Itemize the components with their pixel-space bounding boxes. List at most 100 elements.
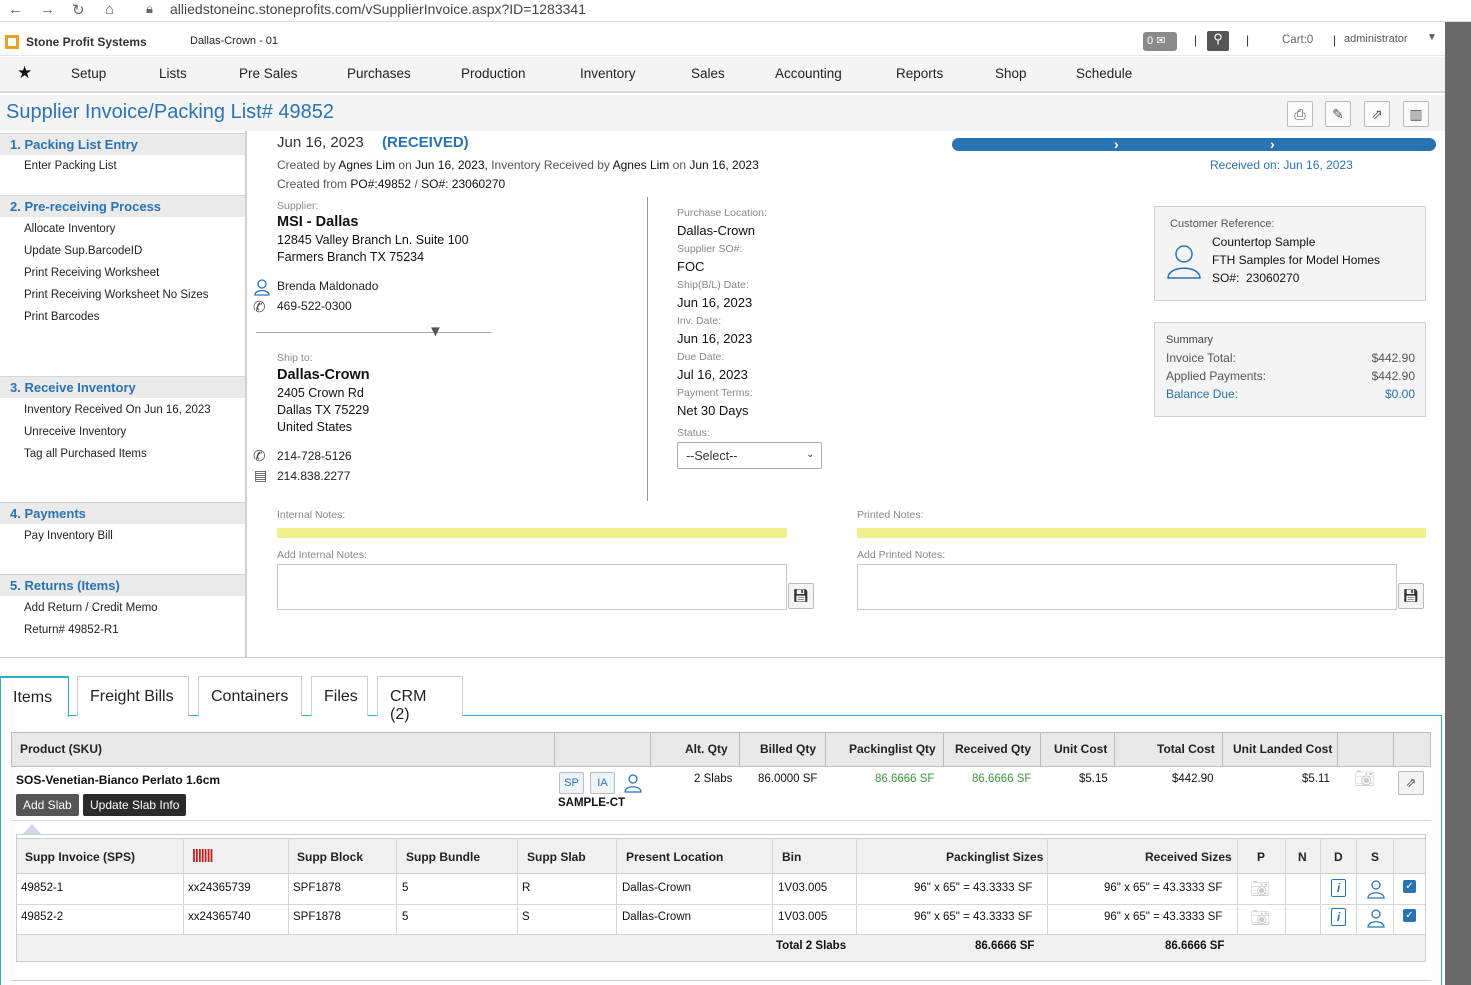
sidebar-item-print-worksheet[interactable]: Print Receiving Worksheet — [24, 267, 159, 279]
share-icon[interactable]: ⇗ — [1398, 771, 1424, 795]
add-slab-button[interactable]: Add Slab — [16, 794, 79, 816]
so-link[interactable]: SO#: 23060270 — [421, 177, 505, 191]
row-checkbox[interactable]: ✓ — [1403, 909, 1416, 922]
sidebar-item-add-return[interactable]: Add Return / Credit Memo — [24, 602, 158, 614]
edit-pencil-icon[interactable]: ✎ — [1325, 101, 1351, 127]
page-scrollbar[interactable] — [1445, 22, 1471, 985]
col-received-qty[interactable]: Received Qty — [955, 733, 1031, 766]
col-billed-qty[interactable]: Billed Qty — [760, 733, 816, 766]
sidebar-item-return-link[interactable]: Return# 49852-R1 — [24, 624, 119, 636]
sidebar-section-payments[interactable]: 4. Payments — [0, 502, 245, 524]
sidebar-item-inventory-received[interactable]: Inventory Received On Jun 16, 2023 — [24, 404, 211, 416]
customer-person-icon[interactable] — [1366, 908, 1386, 928]
arrow-down-icon[interactable]: ▼ — [428, 323, 443, 340]
col-d[interactable]: D — [1334, 840, 1343, 874]
save-printed-notes-icon[interactable]: 💾︎ — [1398, 583, 1424, 609]
col-alt-qty[interactable]: Alt. Qty — [685, 733, 728, 766]
row-checkbox[interactable]: ✓ — [1403, 880, 1416, 893]
col-received-sizes[interactable]: Received Sizes — [1145, 840, 1232, 874]
col-unit-cost[interactable]: Unit Cost — [1054, 733, 1107, 766]
location-label[interactable]: Dallas-Crown - 01 — [190, 35, 278, 47]
sp-button[interactable]: SP — [559, 772, 584, 794]
col-unit-landed-cost[interactable]: Unit Landed Cost — [1233, 733, 1332, 766]
printed-notes-input[interactable] — [857, 564, 1397, 610]
total-slabs-label: Total 2 Slabs — [776, 940, 847, 952]
search-icon[interactable]: ⚲ — [1207, 31, 1229, 51]
menu-purchases[interactable]: Purchases — [347, 66, 411, 81]
menu-shop[interactable]: Shop — [995, 66, 1027, 81]
customer-person-icon[interactable] — [623, 773, 643, 793]
col-n[interactable]: N — [1298, 840, 1307, 874]
menu-sales[interactable]: Sales — [691, 66, 725, 81]
sidebar-item-update-barcode[interactable]: Update Sup.BarcodeID — [24, 245, 142, 257]
tab-crm[interactable]: CRM (2) — [377, 676, 463, 723]
col-p[interactable]: P — [1257, 840, 1265, 874]
col-present-location[interactable]: Present Location — [626, 840, 723, 874]
col-packinglist-sizes[interactable]: Packinglist Sizes — [946, 840, 1043, 874]
sidebar-section-receive[interactable]: 3. Receive Inventory — [0, 376, 245, 398]
print-icon[interactable]: ⎙ — [1287, 101, 1313, 127]
col-supp-invoice[interactable]: Supp Invoice (SPS) — [25, 840, 135, 874]
menu-production[interactable]: Production — [461, 66, 526, 81]
update-slab-info-button[interactable]: Update Slab Info — [83, 794, 187, 816]
customer-ref-so[interactable]: 23060270 — [1246, 271, 1299, 285]
col-total-cost[interactable]: Total Cost — [1157, 733, 1215, 766]
notifications-button[interactable]: 0 ✉ — [1143, 32, 1177, 51]
tab-containers[interactable]: Containers — [198, 676, 302, 716]
favorites-star-icon[interactable]: ★ — [17, 63, 32, 83]
sidebar-section-prereceiving[interactable]: 2. Pre-receiving Process — [0, 195, 245, 217]
cart-link[interactable]: Cart:0 — [1282, 34, 1313, 46]
menu-pre-sales[interactable]: Pre Sales — [239, 66, 298, 81]
internal-notes-input[interactable] — [277, 564, 787, 610]
sidebar-item-unreceive[interactable]: Unreceive Inventory — [24, 426, 126, 438]
status-select[interactable]: --Select-- ⌄ — [677, 442, 822, 469]
menu-inventory[interactable]: Inventory — [580, 66, 636, 81]
col-packinglist-qty[interactable]: Packinglist Qty — [849, 733, 936, 766]
col-supp-block[interactable]: Supp Block — [297, 840, 363, 874]
col-supp-slab[interactable]: Supp Slab — [527, 840, 586, 874]
home-icon[interactable]: ⌂ — [105, 1, 114, 18]
back-icon[interactable]: ← — [8, 1, 23, 18]
col-s[interactable]: S — [1371, 840, 1379, 874]
tab-items[interactable]: Items — [0, 676, 69, 717]
address-bar[interactable]: alliedstoneinc.stoneprofits.com/vSupplie… — [170, 1, 586, 17]
info-icon[interactable]: i — [1331, 879, 1346, 897]
sidebar-section-packing[interactable]: 1. Packing List Entry — [0, 133, 245, 155]
product-sku[interactable]: SOS-Venetian-Bianco Perlato 1.6cm — [16, 773, 220, 787]
info-icon[interactable]: i — [1331, 908, 1346, 926]
user-menu[interactable]: administrator — [1344, 33, 1408, 45]
save-internal-notes-icon[interactable]: 💾︎ — [788, 583, 814, 609]
slab-supp-invoice[interactable]: 49852-2 — [21, 911, 63, 923]
inv-date: Jun 16, 2023 — [677, 331, 753, 346]
menu-lists[interactable]: Lists — [159, 66, 187, 81]
po-link[interactable]: PO#:49852 — [350, 177, 411, 191]
menu-accounting[interactable]: Accounting — [775, 66, 842, 81]
camera-icon[interactable]: 📷︎ — [1250, 908, 1270, 928]
col-product[interactable]: Product (SKU) — [20, 733, 102, 766]
share-icon[interactable]: ⇗ — [1364, 101, 1390, 127]
camera-icon[interactable]: 📷︎ — [1250, 879, 1270, 899]
menu-setup[interactable]: Setup — [71, 66, 106, 81]
reload-icon[interactable]: ↻ — [72, 1, 85, 19]
sidebar-item-tag-purchased[interactable]: Tag all Purchased Items — [24, 448, 147, 460]
sidebar-item-allocate-inventory[interactable]: Allocate Inventory — [24, 223, 115, 235]
col-bin[interactable]: Bin — [782, 840, 801, 874]
ia-button[interactable]: IA — [590, 772, 615, 794]
camera-icon[interactable]: 📷︎ — [1354, 769, 1376, 789]
sidebar-item-enter-packing-list[interactable]: Enter Packing List — [24, 160, 117, 172]
col-supp-bundle[interactable]: Supp Bundle — [406, 840, 480, 874]
sidebar-item-print-worksheet-no-sizes[interactable]: Print Receiving Worksheet No Sizes — [24, 289, 209, 301]
forward-icon[interactable]: → — [40, 1, 55, 18]
bar-chart-icon[interactable]: ▥ — [1403, 101, 1429, 127]
sidebar-item-pay-bill[interactable]: Pay Inventory Bill — [24, 530, 113, 542]
customer-person-icon[interactable] — [1366, 879, 1386, 899]
menu-schedule[interactable]: Schedule — [1076, 66, 1132, 81]
menu-reports[interactable]: Reports — [896, 66, 943, 81]
slab-supp-invoice[interactable]: 49852-1 — [21, 882, 63, 894]
chevron-down-icon[interactable]: ▼ — [1427, 32, 1437, 43]
supplier-name[interactable]: MSI - Dallas — [277, 214, 358, 230]
tab-freight-bills[interactable]: Freight Bills — [77, 676, 189, 716]
sidebar-item-print-barcodes[interactable]: Print Barcodes — [24, 311, 99, 323]
sidebar-section-returns[interactable]: 5. Returns (Items) — [0, 574, 245, 596]
tab-files[interactable]: Files — [311, 676, 368, 716]
